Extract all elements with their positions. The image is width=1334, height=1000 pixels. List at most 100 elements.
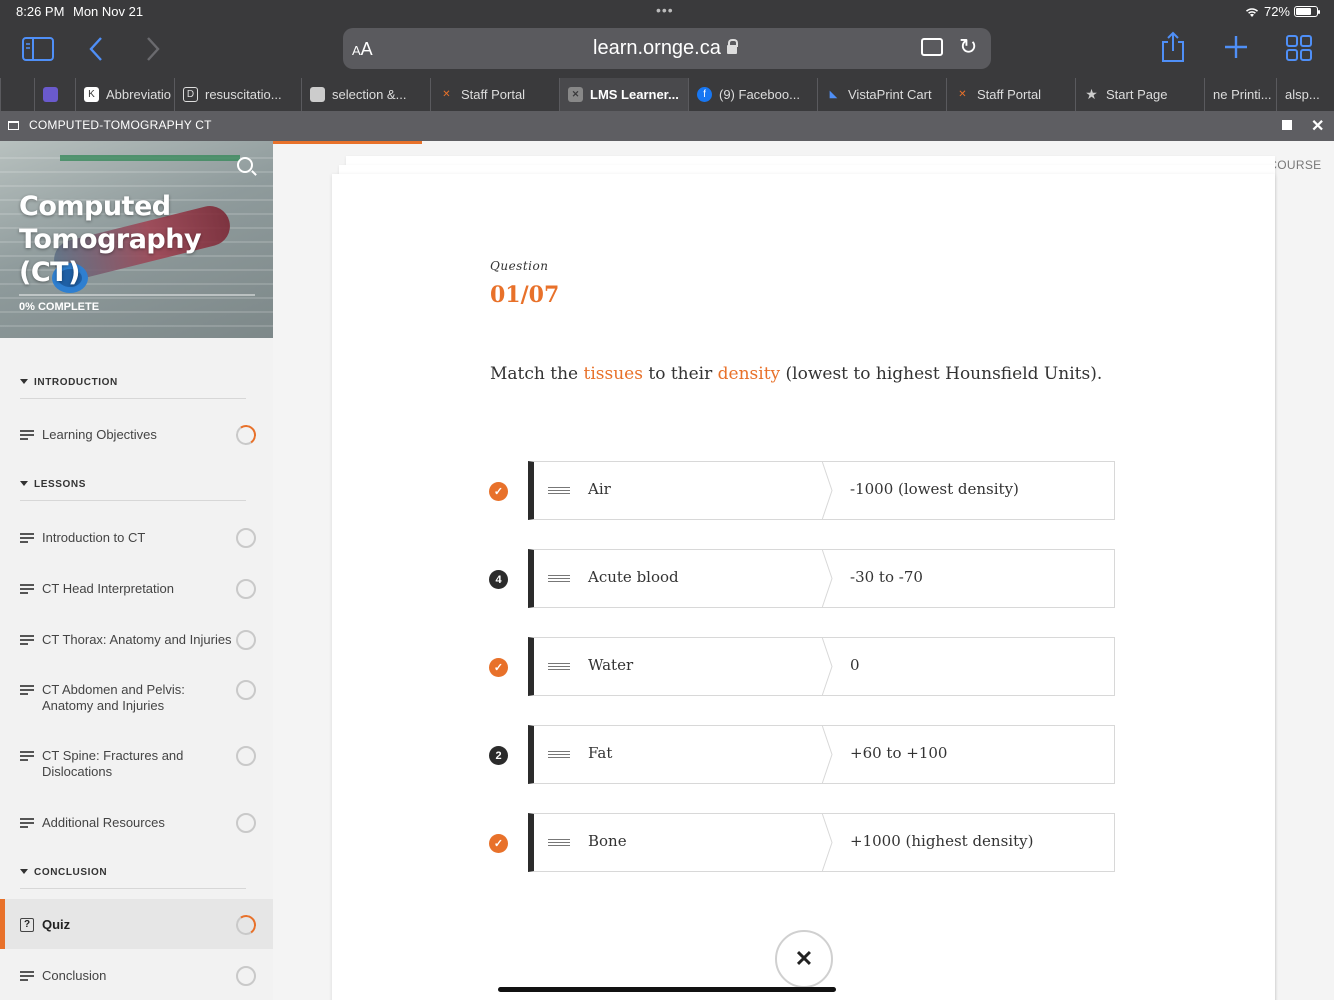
correct-check-icon: ✓ <box>489 482 508 501</box>
progress-empty-icon <box>236 746 256 766</box>
tab-overview-icon[interactable] <box>1286 35 1312 61</box>
tab-label: Staff Portal <box>977 87 1042 102</box>
attempt-number-badge: 2 <box>489 746 508 765</box>
drag-handle-icon[interactable] <box>548 575 570 583</box>
question-number: 01/07 <box>490 282 560 308</box>
sidebar-item-learning-objectives[interactable]: Learning Objectives <box>20 423 260 447</box>
caret-down-icon <box>20 379 28 384</box>
sidebar-item-ct-thorax[interactable]: CT Thorax: Anatomy and Injuries <box>20 630 260 650</box>
extension-icon[interactable] <box>921 38 943 56</box>
density-label: +60 to +100 <box>850 744 948 762</box>
reader-aa-button[interactable]: AA <box>352 39 373 60</box>
forward-icon[interactable] <box>145 36 161 62</box>
tab-label: alsp... <box>1285 87 1320 102</box>
sidebar-item-additional-resources[interactable]: Additional Resources <box>20 813 260 833</box>
progress-empty-icon <box>236 813 256 833</box>
section-lessons[interactable]: LESSONS <box>20 479 246 501</box>
close-feedback-button[interactable]: ✕ <box>775 930 833 988</box>
vistaprint-favicon: ◣ <box>829 89 838 100</box>
question-label: Question <box>490 259 549 273</box>
question-text: Match the tissues to their density (lowe… <box>490 364 1103 384</box>
tissue-label: Bone <box>588 832 627 850</box>
tab-label: selection &... <box>332 87 407 102</box>
tab-7[interactable]: f (9) Faceboo... <box>688 78 817 111</box>
progress-empty-icon <box>236 528 256 548</box>
match-row: ✓ Water 0 <box>489 637 1115 696</box>
sidebar-toggle-icon[interactable] <box>22 37 54 61</box>
section-conclusion[interactable]: CONCLUSION <box>20 867 246 889</box>
tab-2[interactable]: K Abbreviatio <box>75 78 174 111</box>
drag-handle-icon[interactable] <box>548 663 570 671</box>
status-bar: 8:26 PM Mon Nov 21 ••• 72% <box>0 0 1334 24</box>
draggable-tissue-card[interactable]: Bone <box>528 813 828 872</box>
tab-12[interactable]: alsp... <box>1276 78 1334 111</box>
draggable-tissue-card[interactable]: Air <box>528 461 828 520</box>
tab-label: Abbreviatio <box>106 87 172 102</box>
lesson-lines-icon <box>20 635 34 645</box>
tab-0[interactable] <box>0 78 34 111</box>
drag-handle-icon[interactable] <box>548 751 570 759</box>
tab-11[interactable]: ne Printi... <box>1204 78 1276 111</box>
home-indicator[interactable] <box>498 987 836 992</box>
close-tab-icon[interactable]: ✕ <box>568 87 583 102</box>
tab-10[interactable]: ★ Start Page <box>1075 78 1204 111</box>
tab-bar: K Abbreviatio Dresuscitatio... selection … <box>0 78 1334 111</box>
url-text: learn.ornge.ca <box>593 37 721 59</box>
draggable-tissue-card[interactable]: Fat <box>528 725 828 784</box>
tab-1[interactable] <box>34 78 75 111</box>
new-tab-icon[interactable] <box>1223 34 1249 60</box>
progress-partial-icon <box>234 423 258 447</box>
density-card: -1000 (lowest density) <box>822 461 1115 520</box>
sidebar-item-conclusion[interactable]: Conclusion <box>20 966 260 986</box>
sidebar-item-intro-ct[interactable]: Introduction to CT <box>20 528 260 548</box>
search-icon[interactable] <box>237 157 253 173</box>
match-row: ✓ Bone +1000 (highest density) <box>489 813 1115 872</box>
tissue-label: Fat <box>588 744 613 762</box>
address-bar[interactable]: AA learn.ornge.ca ↻ <box>343 28 991 69</box>
pointer-chevron <box>822 637 833 696</box>
density-label: +1000 (highest density) <box>850 832 1034 850</box>
maximize-icon[interactable] <box>1282 120 1292 130</box>
correct-check-icon: ✓ <box>489 658 508 677</box>
draggable-tissue-card[interactable]: Acute blood <box>528 549 828 608</box>
drag-handle-icon[interactable] <box>548 487 570 495</box>
tab-4[interactable]: selection &... <box>301 78 430 111</box>
sidebar-item-quiz[interactable]: ? Quiz <box>20 913 260 937</box>
multitasking-dots-icon[interactable]: ••• <box>656 2 674 18</box>
sidebar-item-ct-abdomen[interactable]: CT Abdomen and Pelvis: Anatomy and Injur… <box>20 680 260 714</box>
tissue-label: Air <box>588 480 611 498</box>
share-icon[interactable] <box>1160 31 1186 63</box>
sidebar-item-ct-spine[interactable]: CT Spine: Fractures and Dislocations <box>20 746 260 780</box>
tab-label: Start Page <box>1106 87 1168 102</box>
pointer-chevron <box>822 725 833 784</box>
course-window-title: COMPUTED-TOMOGRAPHY CT <box>29 118 212 132</box>
lesson-lines-icon <box>20 751 34 761</box>
tab-3[interactable]: Dresuscitatio... <box>174 78 301 111</box>
wifi-icon <box>1245 7 1259 17</box>
tissue-label: Water <box>588 656 634 674</box>
course-hero: Computed Tomography (CT) 0% COMPLETE <box>0 141 273 338</box>
reload-icon[interactable]: ↻ <box>959 34 977 60</box>
drag-handle-icon[interactable] <box>548 839 570 847</box>
tab-8[interactable]: ◣ VistaPrint Cart <box>817 78 946 111</box>
course-progress-label: 0% COMPLETE <box>19 301 100 313</box>
quiz-icon: ? <box>20 918 34 932</box>
tab-label: VistaPrint Cart <box>848 87 932 102</box>
close-window-icon[interactable]: ✕ <box>1311 116 1324 136</box>
course-title: Computed Tomography (CT) <box>19 191 202 288</box>
pointer-chevron <box>822 813 833 872</box>
quiz-main: EXIT COURSE Question 01/07 Match the tis… <box>273 141 1334 1000</box>
sidebar-item-ct-head[interactable]: CT Head Interpretation <box>20 579 260 599</box>
draggable-tissue-card[interactable]: Water <box>528 637 828 696</box>
back-icon[interactable] <box>88 36 104 62</box>
section-introduction[interactable]: INTRODUCTION <box>20 377 246 399</box>
match-row: 4 Acute blood -30 to -70 <box>489 549 1115 608</box>
browser-toolbar: AA learn.ornge.ca ↻ <box>0 24 1334 78</box>
tab-label: ne Printi... <box>1213 87 1272 102</box>
k-favicon: K <box>84 87 99 102</box>
tab-6-active[interactable]: ✕ LMS Learner... <box>559 78 688 111</box>
lesson-lines-icon <box>20 971 34 981</box>
tab-5[interactable]: ✕ Staff Portal <box>430 78 559 111</box>
quiz-progress-bar <box>273 141 422 144</box>
tab-9[interactable]: ✕ Staff Portal <box>946 78 1075 111</box>
